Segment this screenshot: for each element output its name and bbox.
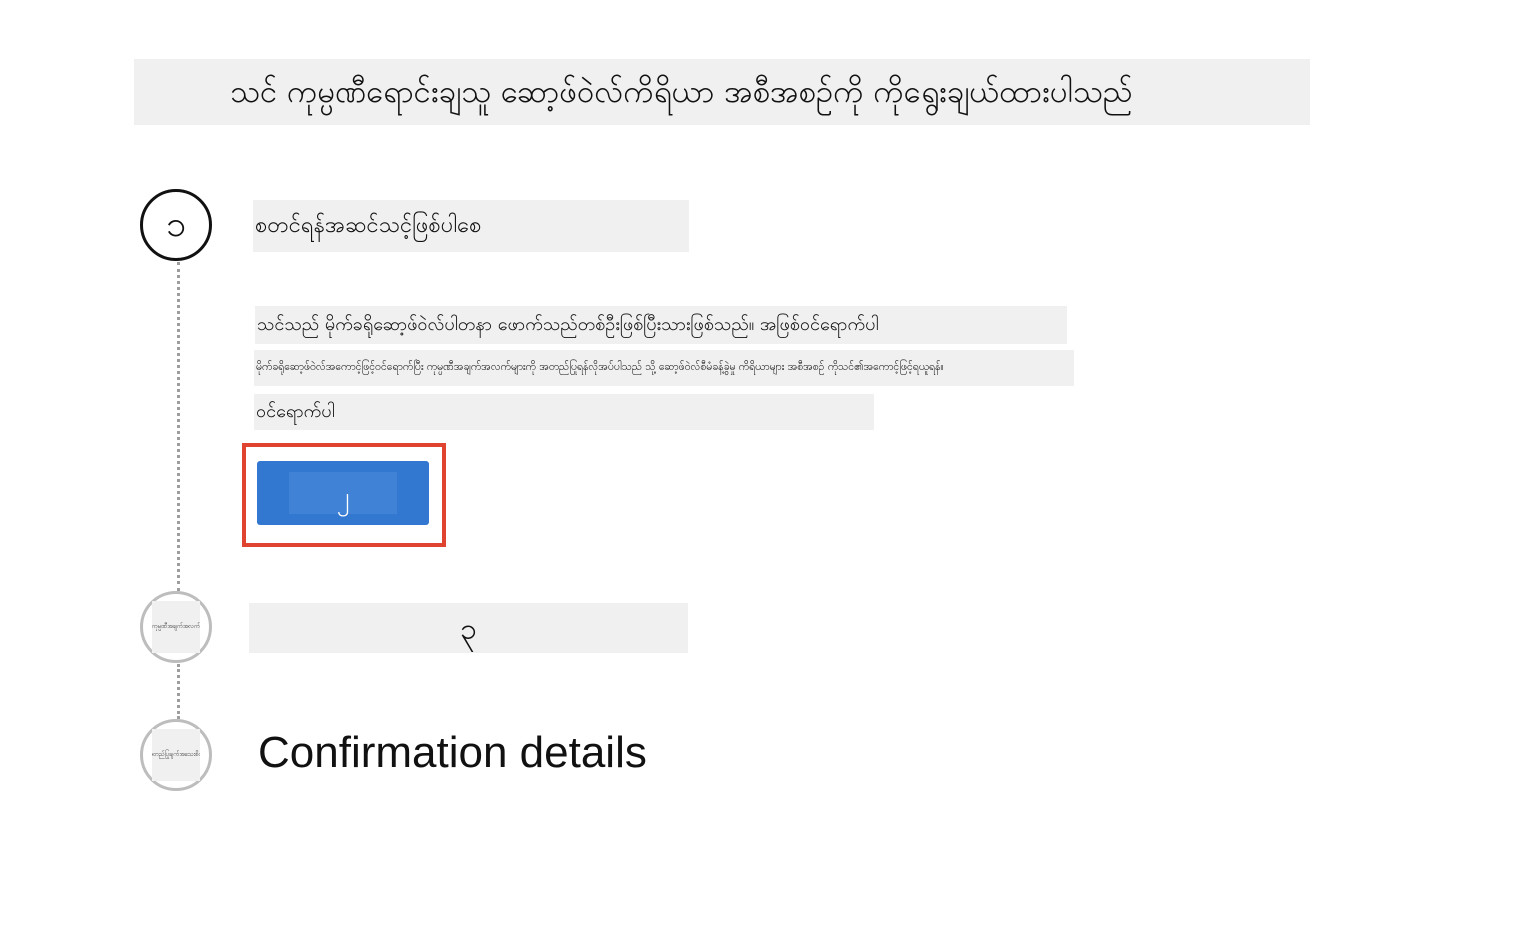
step-1-title: စတင်ရန်အဆင်သင့်ဖြစ်ပါစေ	[253, 200, 689, 252]
step-connector-2-3	[177, 664, 180, 719]
step-1-indicator: ၁	[140, 189, 212, 261]
step-3-indicator: အတည်ပြုချက်အသေးစိတ်	[140, 719, 212, 791]
setup-page: သင် ကုမ္ပဏီရောင်းချသူ ဆော့ဖ်ဝဲလ်ကိရိယာ အ…	[0, 0, 1536, 940]
sign-in-button[interactable]: ၂	[257, 461, 429, 525]
step-1-number: ၁	[165, 204, 187, 245]
step-2-indicator: ကုမ္ပဏီအချက်အလက်	[140, 591, 212, 663]
step-1-description-line-2: မိုက်ခရိုဆော့ဖ်ဝဲလ်အကောင့်ဖြင့်ဝင်ရောက်ပ…	[254, 350, 1074, 386]
step-3-title: Confirmation details	[258, 728, 647, 777]
step-2-number: ကုမ္ပဏီအချက်အလက်	[152, 601, 200, 653]
page-title: သင် ကုမ္ပဏီရောင်းချသူ ဆော့ဖ်ဝဲလ်ကိရိယာ အ…	[230, 73, 1133, 110]
step-1-description-line-3: ဝင်ရောက်ပါ	[254, 394, 874, 430]
step-1-description-line-1: သင်သည် မိုက်ခရိုဆော့ဖ်ဝဲလ်ပါတနာ ဖောက်သည်…	[255, 306, 1067, 344]
page-header-banner: သင် ကုမ္ပဏီရောင်းချသူ ဆော့ဖ်ဝဲလ်ကိရိယာ အ…	[134, 59, 1310, 125]
sign-in-button-label: ၂	[289, 472, 397, 514]
step-3-number: အတည်ပြုချက်အသေးစိတ်	[152, 729, 200, 781]
step-connector-1-2	[177, 262, 180, 591]
step-2-title: ၃	[249, 603, 688, 653]
